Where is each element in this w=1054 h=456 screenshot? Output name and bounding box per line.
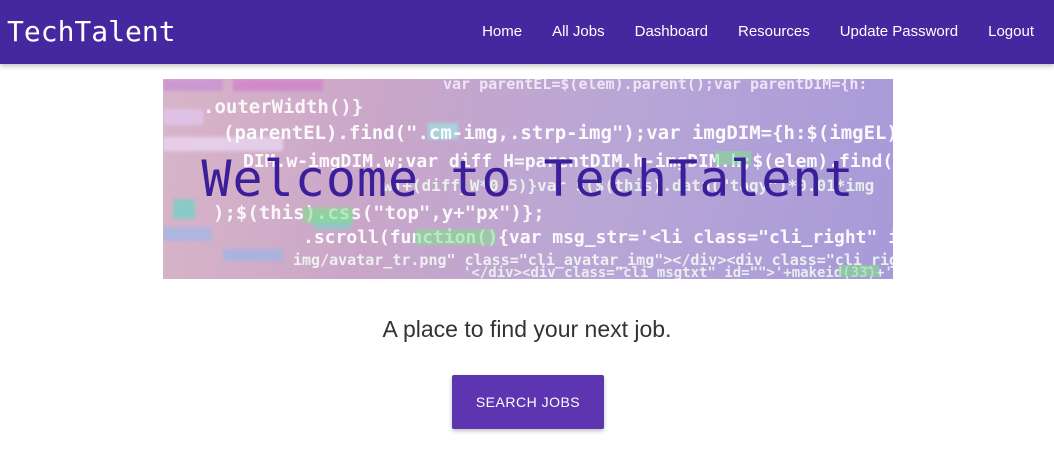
nav-link-dashboard[interactable]: Dashboard bbox=[620, 0, 723, 64]
tagline-text: A place to find your next job. bbox=[382, 316, 672, 342]
nav-links: Home All Jobs Dashboard Resources Update… bbox=[467, 0, 1034, 64]
brand-logo[interactable]: TechTalent bbox=[7, 0, 176, 64]
nav-link-logout[interactable]: Logout bbox=[973, 0, 1034, 64]
hero-banner: var parentEL=$(elem).parent();var parent… bbox=[163, 79, 893, 279]
search-jobs-button[interactable]: SEARCH JOBS bbox=[452, 375, 604, 429]
nav-link-home[interactable]: Home bbox=[467, 0, 537, 64]
nav-link-resources[interactable]: Resources bbox=[723, 0, 825, 64]
nav-link-update-password[interactable]: Update Password bbox=[825, 0, 973, 64]
nav-link-all-jobs[interactable]: All Jobs bbox=[537, 0, 620, 64]
hero-title: Welcome to TechTalent bbox=[201, 150, 855, 208]
top-navbar: TechTalent Home All Jobs Dashboard Resou… bbox=[0, 0, 1054, 64]
